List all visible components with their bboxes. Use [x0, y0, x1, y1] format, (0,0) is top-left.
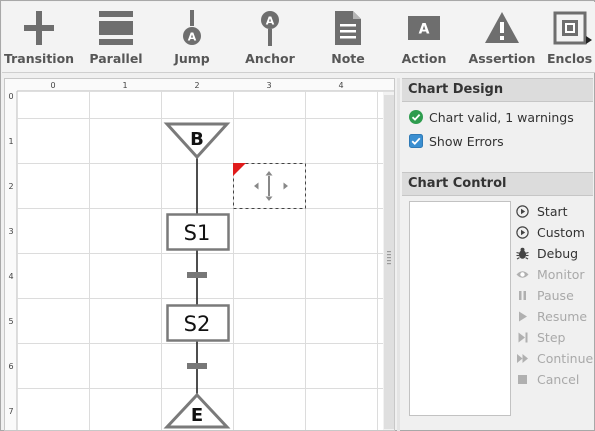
show-errors-checkbox[interactable]: Show Errors — [409, 132, 504, 150]
jump-icon: A — [183, 10, 201, 45]
row-label: 6 — [8, 362, 13, 371]
debug-button[interactable]: Debug — [516, 244, 578, 262]
play-icon — [516, 310, 529, 323]
tool-label: Jump — [174, 51, 210, 66]
tool-action[interactable]: A Action — [392, 2, 456, 72]
note-icon — [335, 11, 361, 45]
panel-splitter[interactable] — [397, 78, 400, 431]
transition-2[interactable] — [187, 363, 207, 369]
column-label: 2 — [194, 81, 199, 90]
chart-canvas[interactable]: 0 1 2 3 4 0 1 2 3 4 5 6 7 B S1 S2 E — [4, 78, 395, 431]
transition-icon — [24, 11, 54, 45]
enclosing-icon — [553, 11, 587, 45]
tool-label: Transition — [3, 51, 75, 66]
row-label: 5 — [8, 317, 13, 326]
begin-step[interactable]: B — [163, 122, 231, 160]
tool-label: Parallel — [89, 51, 143, 66]
end-step[interactable]: E — [163, 392, 231, 429]
show-errors-label: Show Errors — [429, 133, 504, 149]
row-label: 3 — [8, 227, 13, 236]
step-button[interactable]: Step — [516, 328, 565, 346]
column-label: 1 — [122, 81, 127, 90]
tool-label: Assertion — [468, 51, 536, 66]
chart-designer-window: Transition Parallel A Jump A Anchor Note… — [0, 0, 595, 431]
start-label: Start — [537, 203, 568, 219]
cancel-button[interactable]: Cancel — [516, 370, 579, 388]
stop-icon — [516, 373, 529, 386]
tool-note[interactable]: Note — [316, 2, 380, 72]
chart-instance-list[interactable] — [409, 201, 511, 416]
row-label: 2 — [8, 182, 13, 191]
step-s1[interactable]: S1 — [166, 213, 230, 251]
checkbox-checked-icon[interactable] — [409, 134, 423, 148]
monitor-label: Monitor — [537, 266, 585, 282]
row-label: 7 — [8, 407, 13, 416]
canvas-scrollbar-thumb[interactable] — [384, 95, 394, 429]
fast-forward-icon — [516, 352, 529, 365]
tool-label: Action — [401, 51, 447, 66]
pause-label: Pause — [537, 287, 574, 303]
start-button[interactable]: Start — [516, 202, 568, 220]
resume-button[interactable]: Resume — [516, 307, 587, 325]
column-label: 0 — [50, 81, 55, 90]
row-label: 1 — [8, 137, 13, 146]
continue-label: Continue — [537, 350, 594, 366]
tool-jump[interactable]: A Jump — [160, 2, 224, 72]
step-label: Step — [537, 329, 566, 345]
tool-transition[interactable]: Transition — [2, 2, 76, 72]
tool-parallel[interactable]: Parallel — [80, 2, 152, 72]
eye-icon — [516, 268, 529, 281]
tool-anchor[interactable]: A Anchor — [238, 2, 302, 72]
tool-label: Anchor — [245, 51, 295, 66]
step-label: S2 — [184, 312, 211, 336]
component-toolbar: Transition Parallel A Jump A Anchor Note… — [2, 2, 595, 73]
custom-label: Custom — [537, 224, 585, 240]
cancel-label: Cancel — [537, 371, 580, 387]
parallel-icon — [99, 11, 133, 45]
column-label: 4 — [338, 81, 343, 90]
warning-marker — [233, 163, 246, 176]
transition-1[interactable] — [187, 272, 207, 278]
continue-button[interactable]: Continue — [516, 349, 593, 367]
column-label: 3 — [266, 81, 271, 90]
bug-icon — [516, 247, 529, 260]
action-icon-badge: A — [419, 22, 430, 38]
resume-label: Resume — [537, 308, 588, 324]
pause-icon — [516, 289, 529, 302]
row-label: 0 — [8, 92, 13, 101]
step-s2[interactable]: S2 — [166, 304, 230, 342]
chart-status-text: Chart valid, 1 warnings — [429, 109, 574, 125]
chart-canvas-svg: 0 1 2 3 4 0 1 2 3 4 5 6 7 B S1 S2 E — [5, 79, 394, 430]
step-icon — [516, 331, 529, 344]
custom-start-button[interactable]: Custom — [516, 223, 585, 241]
toolbar-overflow-icon[interactable] — [586, 36, 592, 44]
play-circle-icon — [516, 204, 529, 218]
row-label: 4 — [8, 272, 13, 281]
step-label: S1 — [184, 221, 211, 245]
move-icon — [254, 171, 288, 201]
chart-control-header: Chart Control — [402, 172, 593, 196]
begin-step-label: B — [190, 129, 204, 150]
pause-button[interactable]: Pause — [516, 286, 574, 304]
play-circle-icon — [516, 225, 529, 239]
assertion-icon — [485, 12, 519, 43]
tool-assertion[interactable]: Assertion — [468, 2, 536, 72]
tool-label: Note — [331, 51, 365, 66]
grid-rows — [17, 118, 383, 389]
monitor-button[interactable]: Monitor — [516, 265, 585, 283]
action-icon: A — [408, 16, 440, 40]
check-circle-icon — [409, 110, 423, 124]
selected-cell[interactable] — [233, 163, 306, 209]
jump-icon-badge: A — [188, 31, 197, 44]
chart-status-row: Chart valid, 1 warnings — [409, 108, 574, 126]
end-step-label: E — [191, 405, 203, 426]
grid-columns — [89, 91, 378, 430]
anchor-icon: A — [261, 11, 279, 46]
debug-label: Debug — [537, 245, 579, 261]
anchor-icon-badge: A — [266, 15, 275, 28]
chart-design-header: Chart Design — [402, 78, 593, 102]
tool-label: Enclos — [547, 51, 593, 66]
